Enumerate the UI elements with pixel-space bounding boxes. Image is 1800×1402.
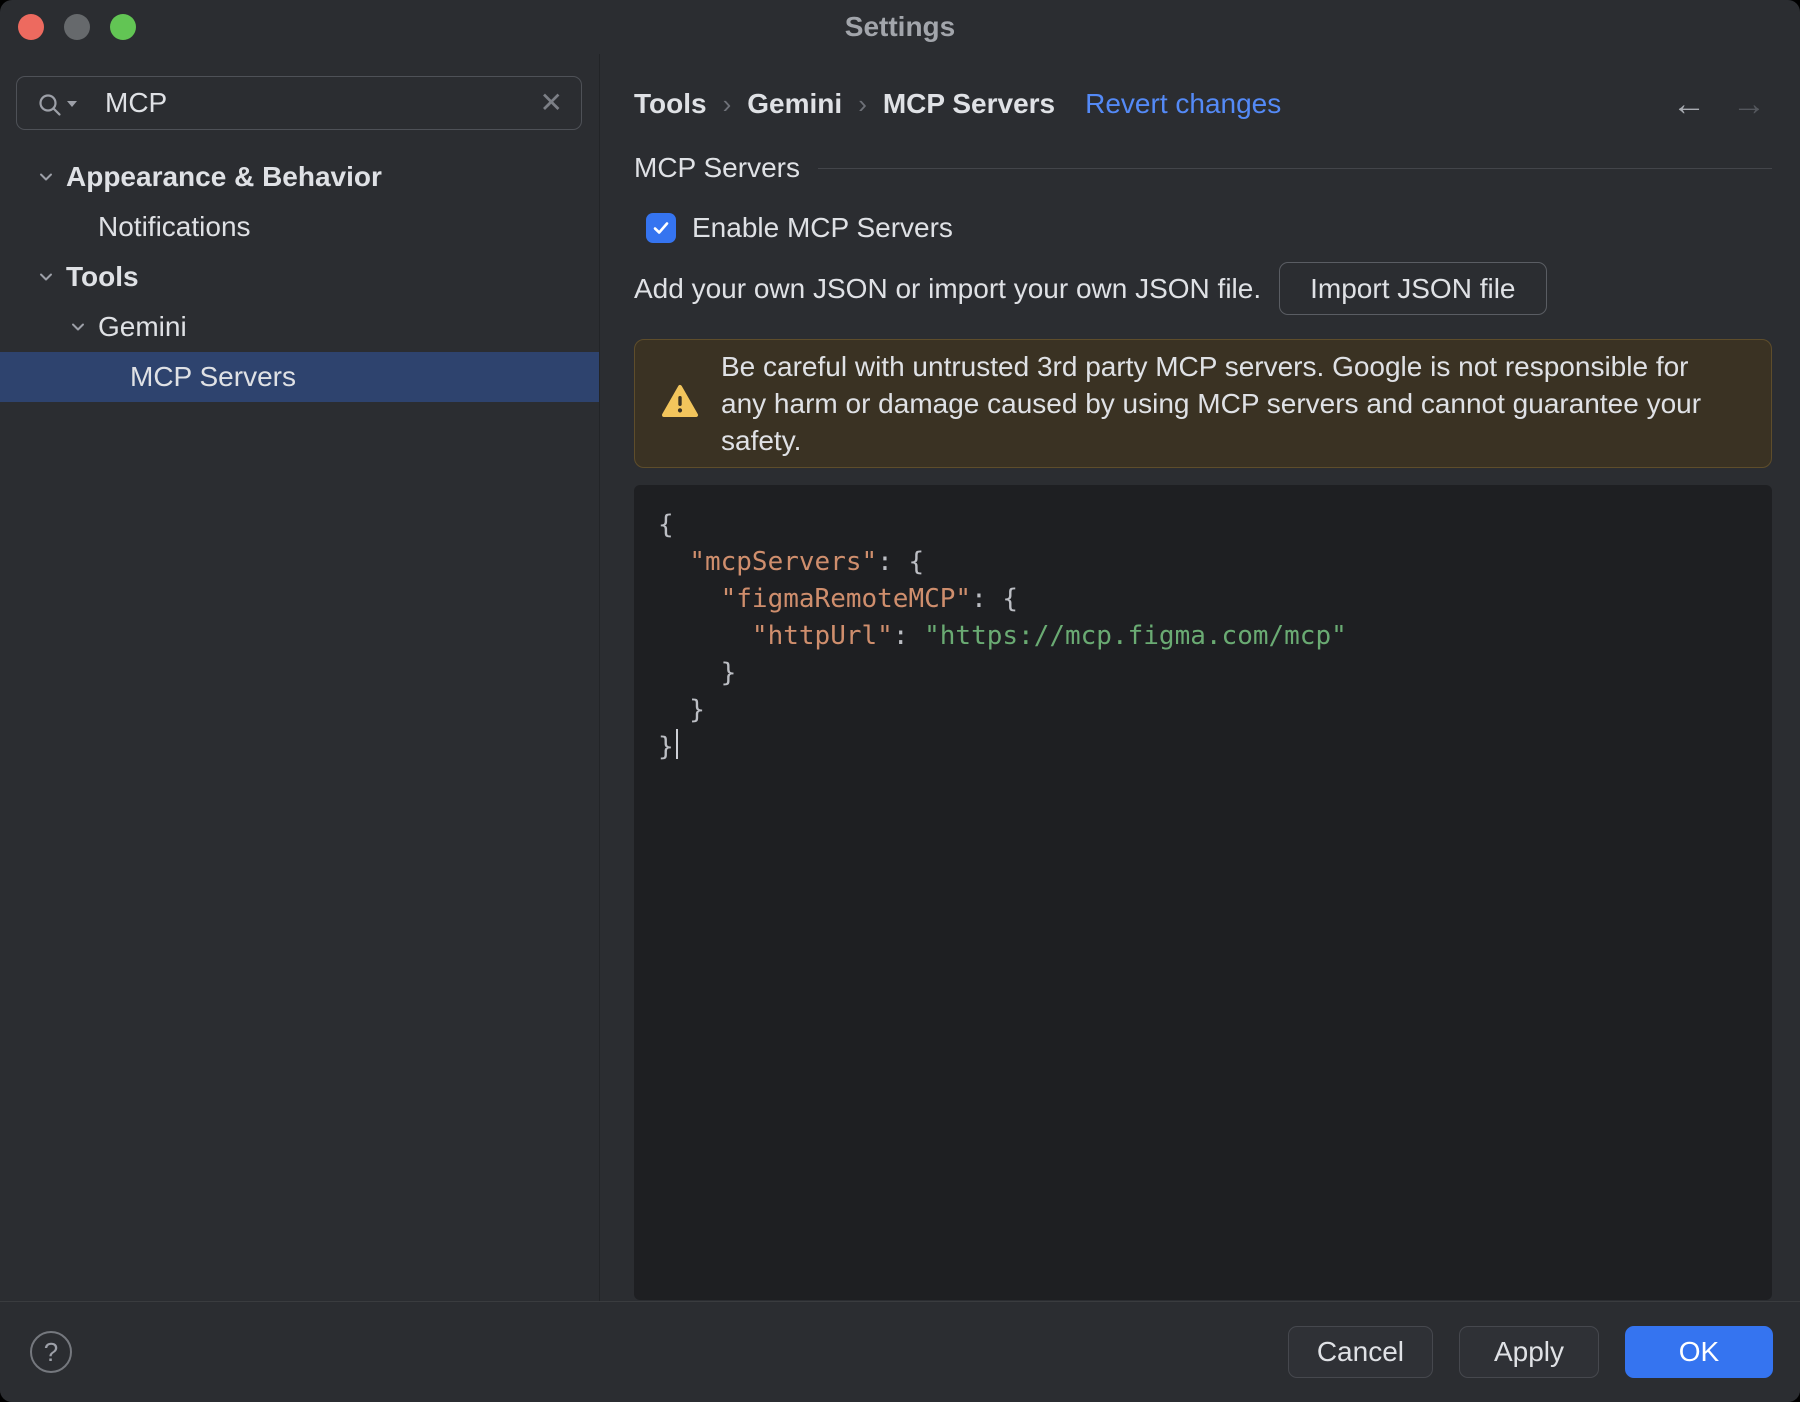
json-punctuation: } xyxy=(658,695,705,725)
back-arrow[interactable]: ← xyxy=(1672,87,1706,121)
json-punctuation: } xyxy=(658,658,737,688)
breadcrumb-item-mcp-servers[interactable]: MCP Servers xyxy=(883,88,1055,120)
section-title: MCP Servers xyxy=(634,152,800,183)
main-panel: Tools › Gemini › MCP Servers Revert changes … xyxy=(601,54,1800,1301)
minimize-button[interactable] xyxy=(64,14,90,40)
text-cursor xyxy=(675,729,678,759)
sidebar-item-label: MCP Servers xyxy=(130,361,296,392)
sidebar-item-appearance-behavior[interactable]: Appearance & Behavior xyxy=(0,152,599,202)
sidebar-item-label: Tools xyxy=(66,261,139,292)
json-punctuation: } xyxy=(658,732,674,762)
settings-tree: Appearance & Behavior Notifications Tools G… xyxy=(0,152,599,402)
sidebar-item-gemini[interactable]: Gemini xyxy=(0,302,599,352)
section-divider xyxy=(817,167,1772,169)
json-punctuation: : { xyxy=(971,584,1019,614)
code-line: { xyxy=(658,507,1772,544)
code-line: } xyxy=(658,692,1772,729)
json-punctuation xyxy=(658,547,689,577)
settings-sidebar: ✕ Appearance & Behavior Notifications Tool… xyxy=(0,54,600,1301)
json-punctuation xyxy=(658,621,752,651)
breadcrumb-item-tools[interactable]: Tools xyxy=(634,88,707,120)
json-editor-code: { "mcpServers": { "figmaRemoteMCP": { "h… xyxy=(658,507,1772,766)
cancel-button[interactable]: Cancel xyxy=(1287,1326,1433,1378)
json-punctuation xyxy=(658,584,721,614)
breadcrumb-separator: › xyxy=(858,88,867,119)
json-editor[interactable]: { "mcpServers": { "figmaRemoteMCP": { "h… xyxy=(634,485,1772,1300)
ok-button[interactable]: OK xyxy=(1625,1326,1773,1378)
nav-arrows: ← → xyxy=(1672,84,1766,124)
enable-mcp-checkbox[interactable] xyxy=(646,213,676,243)
enable-mcp-label: Enable MCP Servers xyxy=(692,212,953,243)
json-key: "httpUrl" xyxy=(751,621,893,651)
enable-row: Enable MCP Servers xyxy=(634,206,1772,250)
checkmark-icon xyxy=(653,222,669,234)
footer: ? Cancel Apply OK xyxy=(0,1301,1800,1402)
breadcrumb: Tools › Gemini › MCP Servers xyxy=(634,88,1055,120)
code-line: } xyxy=(658,655,1772,692)
footer-buttons: Cancel Apply OK xyxy=(1287,1326,1773,1378)
code-line: "mcpServers": { xyxy=(658,544,1772,581)
revert-changes-link[interactable]: Revert changes xyxy=(1085,88,1281,120)
close-button[interactable] xyxy=(18,14,44,40)
code-line: "httpUrl": "https://mcp.figma.com/mcp" xyxy=(658,618,1772,655)
forward-arrow[interactable]: → xyxy=(1732,87,1766,121)
warning-icon xyxy=(661,384,699,423)
import-json-button[interactable]: Import JSON file xyxy=(1279,262,1547,315)
json-punctuation: : { xyxy=(877,547,925,577)
traffic-lights xyxy=(18,0,136,54)
sidebar-item-label: Notifications xyxy=(98,211,251,242)
warning-banner: Be careful with untrusted 3rd party MCP … xyxy=(634,339,1772,468)
section-header: MCP Servers xyxy=(634,148,1772,188)
sidebar-item-mcp-servers[interactable]: MCP Servers xyxy=(0,352,599,402)
json-punctuation: { xyxy=(658,510,674,540)
settings-window: Settings ✕ Appearance & Behavior Notifica… xyxy=(0,0,1800,1402)
json-punctuation: : xyxy=(892,621,925,651)
breadcrumb-row: Tools › Gemini › MCP Servers Revert changes … xyxy=(634,84,1772,124)
chevron-down-icon[interactable] xyxy=(36,167,66,187)
search-input[interactable] xyxy=(17,77,581,129)
search-field: ✕ xyxy=(16,76,582,130)
sidebar-item-label: Gemini xyxy=(98,311,187,342)
breadcrumb-separator: › xyxy=(722,88,732,119)
code-line: } xyxy=(658,729,1772,766)
json-key: "figmaRemoteMCP" xyxy=(720,584,972,614)
import-description: Add your own JSON or import your own JSO… xyxy=(634,272,1262,304)
help-button[interactable]: ? xyxy=(30,1331,72,1373)
import-row: Add your own JSON or import your own JSO… xyxy=(634,262,1772,315)
sidebar-item-tools[interactable]: Tools xyxy=(0,252,599,302)
sidebar-item-notifications[interactable]: Notifications xyxy=(0,202,599,252)
clear-search-icon[interactable]: ✕ xyxy=(540,89,563,117)
json-key: "mcpServers" xyxy=(689,547,878,577)
warning-text: Be careful with untrusted 3rd party MCP … xyxy=(721,351,1702,456)
breadcrumb-item-gemini[interactable]: Gemini xyxy=(747,88,842,120)
titlebar: Settings xyxy=(0,0,1800,54)
chevron-down-icon[interactable] xyxy=(36,267,66,287)
window-title: Settings xyxy=(844,11,956,42)
zoom-button[interactable] xyxy=(110,14,136,40)
json-string: "https://mcp.figma.com/mcp" xyxy=(924,621,1347,651)
code-line: "figmaRemoteMCP": { xyxy=(658,581,1772,618)
sidebar-item-label: Appearance & Behavior xyxy=(66,161,382,192)
chevron-down-icon[interactable] xyxy=(68,317,98,337)
apply-button[interactable]: Apply xyxy=(1459,1326,1599,1378)
